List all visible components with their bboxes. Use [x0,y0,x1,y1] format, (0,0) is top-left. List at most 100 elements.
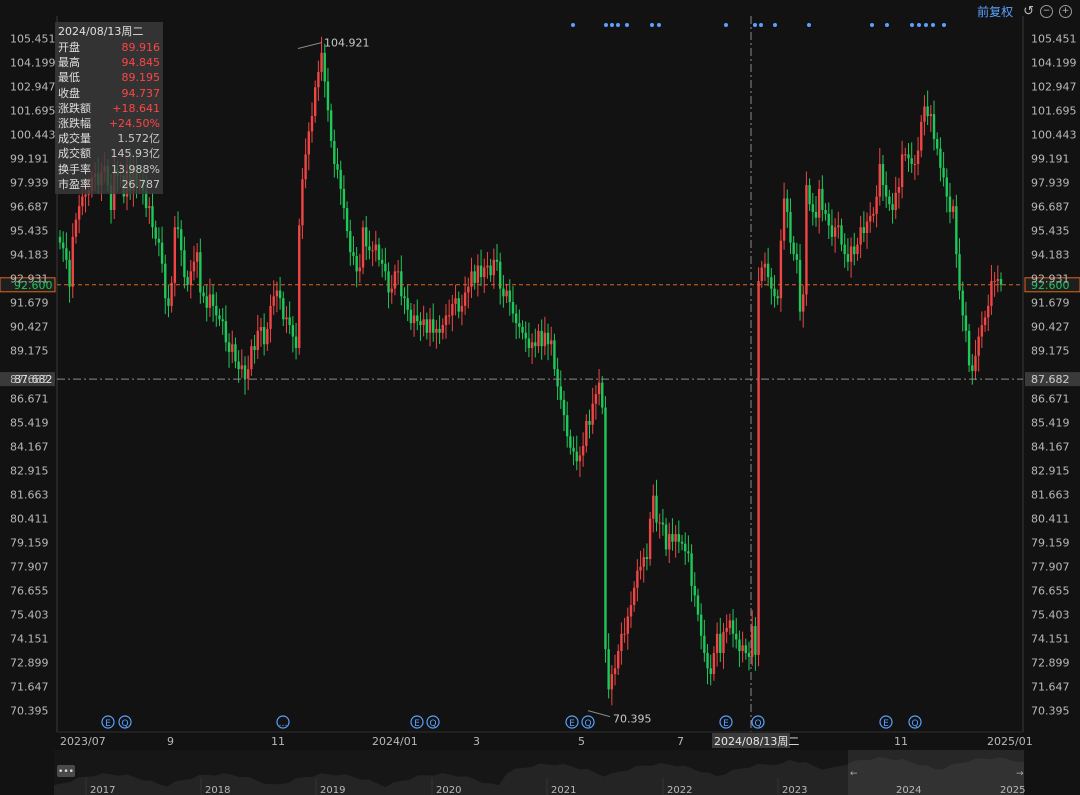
candle-body [808,185,811,205]
candle-body [393,271,397,289]
candle-body [180,229,183,251]
y-tick-label-right: 91.679 [1031,296,1070,309]
candle-body [652,495,655,519]
candle-body [377,244,381,260]
candle-body [240,365,244,370]
candle-body [224,321,228,343]
plus-icon[interactable]: + [1059,5,1072,18]
candle-body [610,674,614,690]
minus-icon[interactable]: − [1040,5,1053,18]
event-dot [657,23,661,27]
tooltip-label: 涨跌额 [58,101,91,115]
navigator-left-arrow: ← [850,769,858,779]
candle-body [987,305,990,318]
candle-body [904,154,907,156]
candle-body [661,522,665,525]
candle-body [81,196,84,207]
candle-body [913,163,917,165]
y-tick-label-right: 71.647 [1031,681,1070,694]
y-tick-label-left: 90.427 [10,320,49,333]
y-tick-label-left: 95.435 [10,224,49,237]
candle-body [833,227,837,237]
y-tick-label-right: 86.671 [1031,392,1070,405]
event-dot [885,23,889,27]
adjust-mode-button[interactable]: 前复权 [977,3,1013,20]
candle-body [782,198,786,241]
candle-body [451,303,454,316]
candle-body [996,279,1000,281]
tooltip-value: 89.195 [121,71,161,85]
candle-body [208,294,212,308]
candle-body [215,305,218,316]
candle-body [298,225,301,349]
candle-body [61,242,65,249]
candle-body [754,626,757,655]
y-tick-label-right: 102.947 [1031,80,1077,93]
candle-body [763,263,767,268]
x-tick-label: 2025/01 [987,735,1033,748]
candle-body [920,121,923,151]
y-tick-label-left: 86.671 [10,392,49,405]
candle-body [275,290,279,297]
candle-body [502,288,505,297]
navigator-year-label: 2020 [436,785,461,795]
candle-body [664,524,668,550]
x-tick-label: 2024/01 [372,735,418,748]
candle-body [492,259,496,276]
candle-body [773,288,776,297]
y-tick-label-left: 96.687 [10,200,49,213]
candle-body [725,628,728,632]
candle-body [550,340,553,345]
tooltip-row: 开盘 89.916 [55,40,163,55]
candle-body [817,188,821,218]
event-dot [616,23,620,27]
candle-body [218,315,221,320]
event-dot [610,23,614,27]
event-dot [604,23,608,27]
candle-body [189,271,192,285]
y-tick-label-left: 84.167 [10,441,49,454]
event-marker-label: E [569,719,575,729]
y-tick-label-left: 100.443 [10,128,56,141]
navigator[interactable]: ← → ••• 2017 2018 2019 2020 2021 2022 2023 2024 202… [54,750,1025,795]
candle-body [157,238,161,243]
candle-body [524,332,527,339]
candle-body [278,290,282,299]
candle-body [342,188,346,209]
event-marker-label: E [883,719,889,729]
candle-body [897,186,901,193]
candle-body [419,321,422,326]
candle-body [173,227,177,283]
tooltip-value: 13.988% [111,162,160,176]
candle-body [703,635,706,653]
y-tick-label-right: 100.443 [1031,128,1077,141]
candle-body [648,518,652,560]
candle-body [891,204,894,211]
y-tick-label-right: 97.939 [1031,176,1070,189]
reset-icon[interactable]: ↺ [1023,4,1034,19]
y-tick-label-right: 89.175 [1031,344,1070,357]
candle-body [65,248,68,260]
candle-body [537,330,540,347]
candle-body [715,633,719,653]
candle-body [862,227,866,234]
candle-body [668,534,671,550]
candle-body [154,227,157,239]
candle-body [706,652,709,669]
candle-body [948,196,952,212]
tooltip-label: 收盘 [58,86,80,100]
candle-body [323,52,326,82]
y-tick-label-right: 96.687 [1031,200,1070,213]
candle-body [805,185,808,295]
candle-body [409,309,413,324]
y-tick-label-left: 87.682 [10,373,49,386]
candle-body [256,330,259,350]
y-tick-label-left: 94.183 [10,248,49,261]
candle-body [195,252,199,262]
candle-body [671,534,674,542]
candle-body [964,315,968,331]
candle-body [926,106,929,117]
y-tick-label-right: 70.395 [1031,705,1070,718]
candle-body [336,163,339,170]
candle-body [712,652,716,675]
